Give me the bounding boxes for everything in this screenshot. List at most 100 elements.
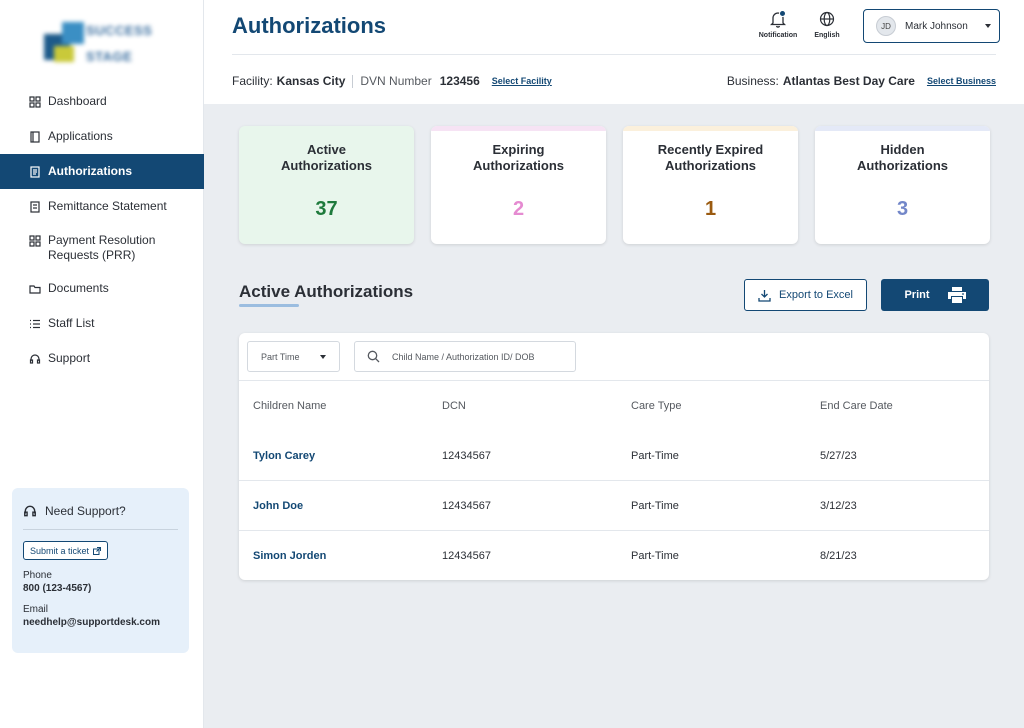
folder-icon bbox=[28, 282, 42, 296]
header-divider bbox=[232, 54, 996, 55]
care-type-cell: Part-Time bbox=[631, 449, 679, 462]
export-to-excel-button[interactable]: Export to Excel bbox=[744, 279, 867, 311]
business-bar: Business: Atlantas Best Day Care Select … bbox=[727, 74, 996, 88]
sidebar-item-label: Staff List bbox=[48, 316, 95, 330]
headset-icon bbox=[28, 352, 42, 366]
language-label: English bbox=[814, 32, 840, 39]
card-hidden-authorizations[interactable]: Hidden Authorizations 3 bbox=[815, 126, 990, 244]
language-button[interactable]: English bbox=[810, 8, 844, 39]
sidebar-item-label: Documents bbox=[48, 281, 109, 295]
support-heading: Need Support? bbox=[23, 504, 178, 530]
export-label: Export to Excel bbox=[779, 289, 853, 301]
sidebar-item-label: Authorizations bbox=[48, 164, 132, 178]
business-value: Atlantas Best Day Care bbox=[782, 74, 915, 88]
card-active-authorizations[interactable]: Active Authorizations 37 bbox=[239, 126, 414, 244]
column-header: Care Type bbox=[631, 400, 682, 412]
child-name-link[interactable]: Tylon Carey bbox=[239, 450, 428, 462]
page-title: Authorizations bbox=[232, 13, 386, 38]
card-accent bbox=[431, 126, 606, 131]
business-label: Business: bbox=[726, 74, 779, 88]
card-accent bbox=[815, 126, 990, 131]
sidebar-item-label: Support bbox=[48, 351, 91, 365]
dvn-value: 123456 bbox=[439, 74, 480, 88]
headset-icon bbox=[24, 505, 36, 517]
dcn-cell: 12434567 bbox=[442, 550, 491, 562]
external-link-icon bbox=[93, 546, 102, 555]
notification-badge bbox=[779, 10, 786, 17]
divider bbox=[352, 74, 354, 88]
select-facility-link[interactable]: Select Facility bbox=[492, 76, 552, 86]
sidebar-nav: Dashboard Applications Authorizations Re… bbox=[0, 84, 204, 376]
table-row: John Doe 12434567 Part-Time 3/12/23 bbox=[239, 481, 989, 531]
facility-bar: Facility: Kansas City DVN Number 123456 … bbox=[232, 74, 552, 88]
column-header: DCN bbox=[442, 400, 466, 412]
card-title: Hidden Authorizations bbox=[857, 142, 948, 173]
care-type-value: Part Time bbox=[261, 351, 300, 362]
notification-button[interactable]: Notification bbox=[755, 8, 801, 39]
sidebar-item-label: Payment Resolution Requests (PRR) bbox=[48, 232, 156, 262]
sidebar-item-label: Applications bbox=[48, 129, 113, 143]
sidebar-item-documents[interactable]: Documents bbox=[0, 271, 204, 306]
user-menu[interactable]: JD Mark Johnson bbox=[863, 9, 1000, 43]
print-button[interactable]: Print bbox=[881, 279, 989, 311]
sidebar-item-applications[interactable]: Applications bbox=[0, 119, 204, 154]
table-header: Children Name DCN Care Type End Care Dat… bbox=[239, 381, 989, 431]
facility-label: Facility: bbox=[232, 74, 273, 88]
support-panel: Need Support? Submit a ticket Phone 800 … bbox=[12, 488, 189, 653]
sidebar-item-staff-list[interactable]: Staff List bbox=[0, 306, 204, 341]
end-date-cell: 3/12/23 bbox=[820, 499, 857, 512]
document-icon bbox=[28, 165, 42, 179]
notification-label: Notification bbox=[758, 32, 798, 39]
child-name-link[interactable]: Simon Jorden bbox=[239, 550, 428, 562]
card-expiring-authorizations[interactable]: Expiring Authorizations 2 bbox=[431, 126, 606, 244]
select-business-link[interactable]: Select Business bbox=[927, 76, 996, 86]
chevron-down-icon bbox=[320, 354, 326, 359]
printer-icon bbox=[947, 287, 966, 303]
email-label: Email bbox=[23, 604, 49, 615]
sidebar: SUCCESS STAGE Dashboard Applications Auth… bbox=[0, 0, 204, 728]
user-name: Mark Johnson bbox=[905, 20, 968, 32]
search-input[interactable]: Child Name / Authorization ID/ DOB bbox=[354, 341, 576, 372]
care-type-cell: Part-Time bbox=[631, 499, 679, 512]
care-type-select[interactable]: Part Time bbox=[247, 341, 340, 372]
sidebar-item-support[interactable]: Support bbox=[0, 341, 204, 376]
card-count: 3 bbox=[896, 198, 909, 220]
sidebar-item-authorizations[interactable]: Authorizations bbox=[0, 154, 204, 189]
table-row: Simon Jorden 12434567 Part-Time 8/21/23 bbox=[239, 531, 989, 581]
card-accent bbox=[623, 126, 798, 131]
care-type-cell: Part-Time bbox=[631, 550, 679, 562]
search-placeholder: Child Name / Authorization ID/ DOB bbox=[392, 351, 535, 362]
email-value: needhelp@supportdesk.com bbox=[23, 617, 160, 628]
grid-icon bbox=[28, 234, 42, 248]
card-title: Expiring Authorizations bbox=[473, 142, 564, 173]
card-recently-expired-authorizations[interactable]: Recently Expired Authorizations 1 bbox=[623, 126, 798, 244]
card-count: 1 bbox=[704, 198, 717, 220]
submit-ticket-button[interactable]: Submit a ticket bbox=[23, 541, 109, 560]
receipt-icon bbox=[28, 200, 42, 214]
section-title: Active Authorizations bbox=[239, 282, 414, 301]
card-title: Recently Expired Authorizations bbox=[657, 142, 764, 173]
download-icon bbox=[758, 289, 771, 302]
phone-value: 800 (123-4567) bbox=[23, 583, 92, 594]
grid-icon bbox=[28, 95, 42, 109]
phone-label: Phone bbox=[23, 570, 52, 581]
table-filters: Part Time Child Name / Authorization ID/… bbox=[239, 333, 989, 381]
support-title: Need Support? bbox=[45, 504, 126, 518]
child-name-link[interactable]: John Doe bbox=[239, 500, 428, 512]
dcn-cell: 12434567 bbox=[442, 499, 491, 512]
end-date-cell: 8/21/23 bbox=[820, 550, 857, 562]
card-count: 2 bbox=[512, 198, 525, 220]
print-label: Print bbox=[904, 289, 930, 301]
dcn-cell: 12434567 bbox=[442, 449, 491, 462]
column-header: Children Name bbox=[253, 400, 327, 412]
table-row: Tylon Carey 12434567 Part-Time 5/27/23 bbox=[239, 431, 989, 481]
authorizations-table: Part Time Child Name / Authorization ID/… bbox=[239, 333, 989, 580]
card-count: 37 bbox=[315, 198, 338, 220]
search-icon bbox=[367, 350, 380, 363]
sidebar-item-prr[interactable]: Payment Resolution Requests (PRR) bbox=[0, 224, 204, 271]
logo: SUCCESS STAGE bbox=[44, 16, 160, 66]
main-content: Active Authorizations 37 Expiring Authoriz… bbox=[204, 104, 1024, 728]
sidebar-item-remittance[interactable]: Remittance Statement bbox=[0, 189, 204, 224]
sidebar-item-dashboard[interactable]: Dashboard bbox=[0, 84, 204, 119]
card-title: Active Authorizations bbox=[281, 142, 372, 173]
